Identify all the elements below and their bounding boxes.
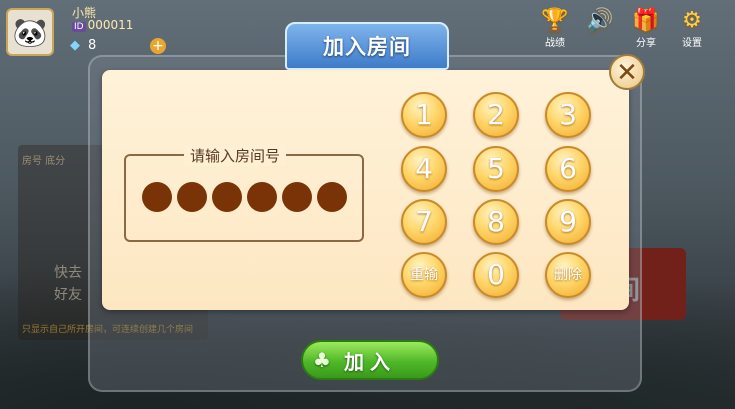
key-6[interactable]: 6 [545,146,591,192]
digit-dot [247,182,277,212]
gem-count: 8 [88,38,97,53]
share-icon: 🎁 [632,8,660,33]
key-1[interactable]: 1 [401,92,447,138]
settings-button[interactable]: ⚙ 设置 [672,8,712,49]
digit-dot [282,182,312,212]
key-9[interactable]: 9 [545,199,591,245]
key-3[interactable]: 3 [545,92,591,138]
id-tag: ID [72,22,86,32]
room-number-label: 请输入房间号 [184,145,287,166]
delete-button[interactable]: 删除 [545,252,591,298]
club-icon: ♣ [313,348,331,372]
join-button[interactable]: ♣ 加入 [301,340,439,380]
key-5[interactable]: 5 [473,146,519,192]
reset-button[interactable]: 重输 [401,252,447,298]
dialog-title: 加入房间 [285,22,449,70]
user-id-value: 000011 [87,18,134,32]
close-icon: ✕ [616,58,638,88]
avatar[interactable]: 🐼 [6,8,54,56]
trophy-icon: 🏆 [541,8,569,33]
digit-dot [317,182,347,212]
key-8[interactable]: 8 [473,199,519,245]
records-label: 战绩 [545,38,565,49]
settings-label: 设置 [682,38,702,49]
digit-dot [142,182,172,212]
sound-button[interactable]: 🔊 [580,8,620,34]
share-button[interactable]: 🎁 分享 [626,8,666,49]
share-label: 分享 [636,38,656,49]
key-2[interactable]: 2 [473,92,519,138]
gear-icon: ⚙ [682,8,702,33]
records-button[interactable]: 🏆 战绩 [535,8,575,49]
join-label: 加入 [344,349,396,374]
digit-dot [177,182,207,212]
panda-icon: 🐼 [12,15,48,49]
key-7[interactable]: 7 [401,199,447,245]
entered-digits [142,182,347,212]
key-4[interactable]: 4 [401,146,447,192]
gem-balance: ◆ 8 [70,38,96,53]
add-gems-button[interactable]: + [150,38,166,54]
diamond-icon: ◆ [70,38,80,53]
close-button[interactable]: ✕ [609,54,645,90]
key-0[interactable]: 0 [473,252,519,298]
speaker-icon: 🔊 [586,8,614,33]
user-id: ID 000011 [72,18,133,32]
digit-dot [212,182,242,212]
